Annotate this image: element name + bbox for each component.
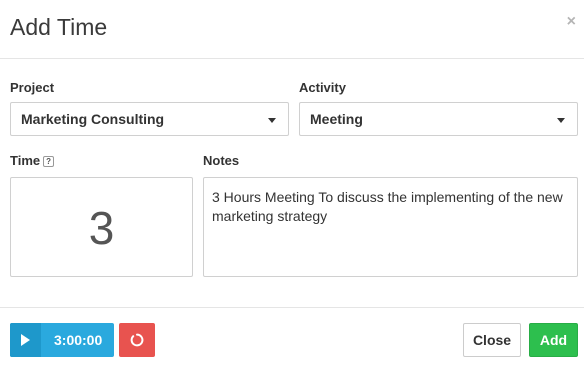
- close-button[interactable]: Close: [463, 323, 521, 357]
- time-input[interactable]: 3: [10, 177, 193, 277]
- help-icon[interactable]: ?: [43, 156, 55, 167]
- add-time-modal: Add Time × Project Marketing Consulting …: [0, 0, 584, 367]
- notes-label: Notes: [203, 153, 240, 168]
- reset-icon: [130, 333, 144, 347]
- modal-title: Add Time: [10, 14, 108, 40]
- timer-button[interactable]: 3:00:00: [10, 323, 114, 357]
- add-button[interactable]: Add: [529, 323, 578, 357]
- time-label: Time: [10, 153, 41, 168]
- activity-select[interactable]: Meeting: [299, 102, 578, 136]
- footer-divider: [0, 307, 584, 308]
- project-select[interactable]: Marketing Consulting: [10, 102, 289, 136]
- project-label: Project: [10, 80, 55, 95]
- play-icon-wrap: [10, 323, 41, 357]
- play-icon: [21, 334, 30, 346]
- time-label-wrap: Time?: [10, 153, 55, 168]
- time-value: 3: [88, 202, 115, 254]
- notes-textarea[interactable]: 3 Hours Meeting To discuss the implement…: [203, 177, 578, 277]
- project-select-value: Marketing Consulting: [21, 111, 165, 127]
- close-icon[interactable]: ×: [567, 13, 576, 31]
- modal-header: Add Time ×: [0, 0, 584, 59]
- chevron-down-icon: [268, 118, 276, 123]
- activity-select-value: Meeting: [310, 111, 363, 127]
- reset-button[interactable]: [119, 323, 155, 357]
- timer-value: 3:00:00: [54, 332, 103, 348]
- chevron-down-icon: [557, 118, 565, 123]
- activity-label: Activity: [299, 80, 346, 95]
